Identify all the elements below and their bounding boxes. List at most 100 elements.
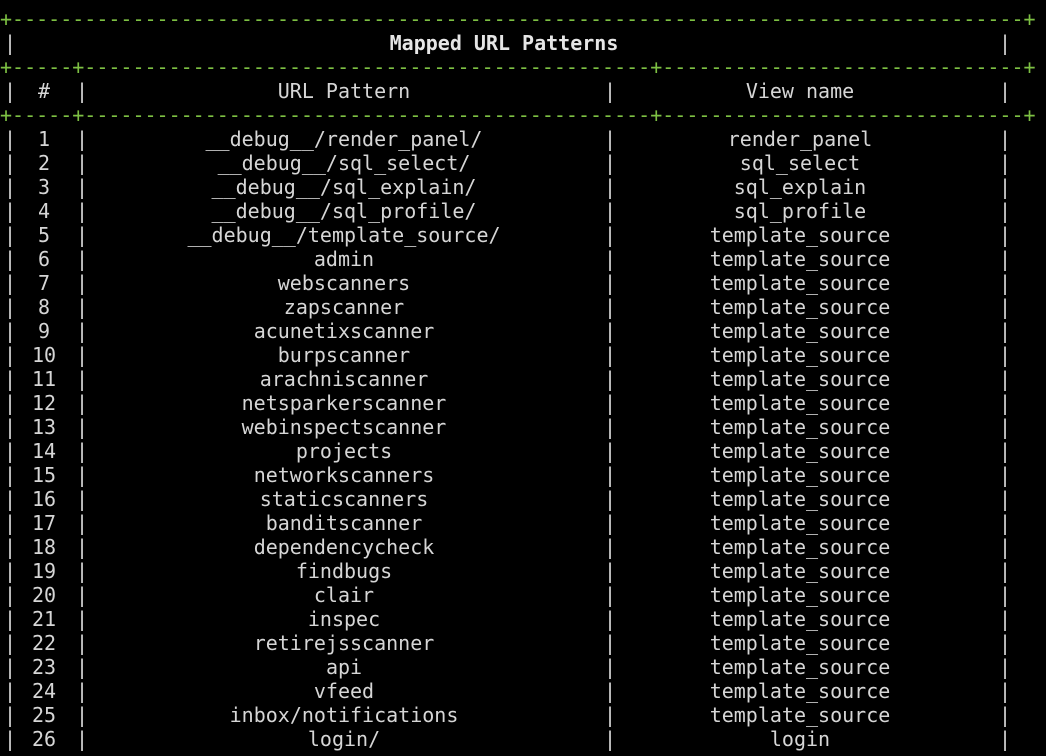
row-view-name: template_source: [709, 655, 891, 679]
row-number: 11: [31, 367, 57, 391]
table-row: | 6 | admin | template_source |: [0, 247, 1046, 271]
row-view-name: login: [769, 727, 831, 751]
row-view-name: template_source: [709, 271, 891, 295]
header-row: | # | URL Pattern | View name |: [0, 79, 1046, 103]
table-border-header: +-----+---------------------------------…: [0, 103, 1036, 127]
table-row: | 20 | clair | template_source |: [0, 583, 1046, 607]
row-pipe-4: |: [999, 223, 1012, 247]
table-row: | 9 | acunetixscanner | template_source |: [0, 319, 1046, 343]
row-pipe-4: |: [999, 319, 1012, 343]
row-url-pattern: login/: [307, 727, 381, 751]
row-url-pattern: arachniscanner: [259, 367, 429, 391]
row-pipe-4: |: [999, 391, 1012, 415]
header-index: #: [37, 79, 51, 103]
row-url-pattern: banditscanner: [265, 511, 423, 535]
row-view-name: render_panel: [727, 127, 873, 151]
row-pipe-4: |: [999, 703, 1012, 727]
row-number: 14: [31, 439, 57, 463]
row-pipe-4: |: [999, 559, 1012, 583]
row-number: 17: [31, 511, 57, 535]
row-number: 16: [31, 487, 57, 511]
row-view-name: template_source: [709, 511, 891, 535]
table-row: | 12 | netsparkerscanner | template_source |: [0, 391, 1046, 415]
terminal-window: +---------------------------------------…: [0, 0, 1046, 756]
row-url-pattern: findbugs: [295, 559, 393, 583]
row-view-name: template_source: [709, 535, 891, 559]
row-view-name: template_source: [709, 703, 891, 727]
row-pipe-4: |: [999, 271, 1012, 295]
row-url-pattern: __debug__/sql_select/: [217, 151, 471, 175]
row-view-name: template_source: [709, 631, 891, 655]
row-pipe-4: |: [999, 511, 1012, 535]
row-url-pattern: inspec: [307, 607, 381, 631]
row-view-name: sql_profile: [733, 199, 867, 223]
row-number: 10: [31, 343, 57, 367]
row-number: 5: [37, 223, 51, 247]
table-row: | 18 | dependencycheck | template_source |: [0, 535, 1046, 559]
row-url-pattern: __debug__/sql_explain/: [211, 175, 477, 199]
row-view-name: template_source: [709, 583, 891, 607]
table-row: | 4 | __debug__/sql_profile/| sql_profile |: [0, 199, 1046, 223]
row-number: 6: [37, 247, 51, 271]
table-row: | 1 | __debug__/render_panel/| render_panel |: [0, 127, 1046, 151]
row-url-pattern: zapscanner: [283, 295, 405, 319]
row-pipe-4: |: [999, 415, 1012, 439]
row-pipe-4: |: [999, 175, 1012, 199]
row-number: 3: [37, 175, 51, 199]
row-number: 12: [31, 391, 57, 415]
table-row: | 7 | webscanners | template_source |: [0, 271, 1046, 295]
table-row: | 11 | arachniscanner | template_source |: [0, 367, 1046, 391]
row-number: 9: [37, 319, 51, 343]
row-url-pattern: api: [325, 655, 363, 679]
row-pipe-4: |: [999, 463, 1012, 487]
row-pipe-4: |: [999, 247, 1012, 271]
row-pipe-4: |: [999, 439, 1012, 463]
row-number: 23: [31, 655, 57, 679]
row-number: 8: [37, 295, 51, 319]
row-view-name: template_source: [709, 367, 891, 391]
row-number: 2: [37, 151, 51, 175]
row-number: 25: [31, 703, 57, 727]
row-pipe-4: |: [999, 367, 1012, 391]
row-view-name: template_source: [709, 607, 891, 631]
row-number: 13: [31, 415, 57, 439]
row-pipe-4: |: [999, 607, 1012, 631]
table-row: | 22 | retirejsscanner | template_source |: [0, 631, 1046, 655]
header-url-pattern: URL Pattern: [277, 79, 411, 103]
row-view-name: template_source: [709, 247, 891, 271]
row-view-name: template_source: [709, 415, 891, 439]
row-number: 24: [31, 679, 57, 703]
row-url-pattern: burpscanner: [277, 343, 411, 367]
row-url-pattern: projects: [295, 439, 393, 463]
table-border-title: +-----+---------------------------------…: [0, 55, 1036, 79]
row-view-name: template_source: [709, 487, 891, 511]
row-number: 18: [31, 535, 57, 559]
table-row: | 2 | __debug__/sql_select/| sql_select |: [0, 151, 1046, 175]
table-title: Mapped URL Patterns: [389, 31, 619, 55]
row-url-pattern: staticscanners: [259, 487, 429, 511]
row-number: 19: [31, 559, 57, 583]
row-view-name: template_source: [709, 679, 891, 703]
row-view-name: template_source: [709, 295, 891, 319]
row-pipe-4: |: [999, 199, 1012, 223]
row-pipe-4: |: [999, 655, 1012, 679]
header-pipe-4: |: [999, 79, 1012, 103]
row-number: 4: [37, 199, 51, 223]
table-border-top: +---------------------------------------…: [0, 7, 1036, 31]
table-row: | 25 | inbox/notifications | template_source |: [0, 703, 1046, 727]
table-row: | 15 | networkscanners | template_source |: [0, 463, 1046, 487]
row-view-name: template_source: [709, 439, 891, 463]
table-row: | 13 | webinspectscanner | template_source |: [0, 415, 1046, 439]
row-view-name: template_source: [709, 463, 891, 487]
row-url-pattern: dependencycheck: [253, 535, 435, 559]
row-number: 26: [31, 727, 57, 751]
row-view-name: sql_select: [739, 151, 861, 175]
table-row: | 24 | vfeed | template_source |: [0, 679, 1046, 703]
row-number: 20: [31, 583, 57, 607]
table-row: | 8 | zapscanner | template_source |: [0, 295, 1046, 319]
row-url-pattern: __debug__/template_source/: [187, 223, 501, 247]
row-url-pattern: webinspectscanner: [241, 415, 447, 439]
row-view-name: template_source: [709, 391, 891, 415]
table-row: | 17 | banditscanner | template_source |: [0, 511, 1046, 535]
table-row: | 23 | api | template_source |: [0, 655, 1046, 679]
